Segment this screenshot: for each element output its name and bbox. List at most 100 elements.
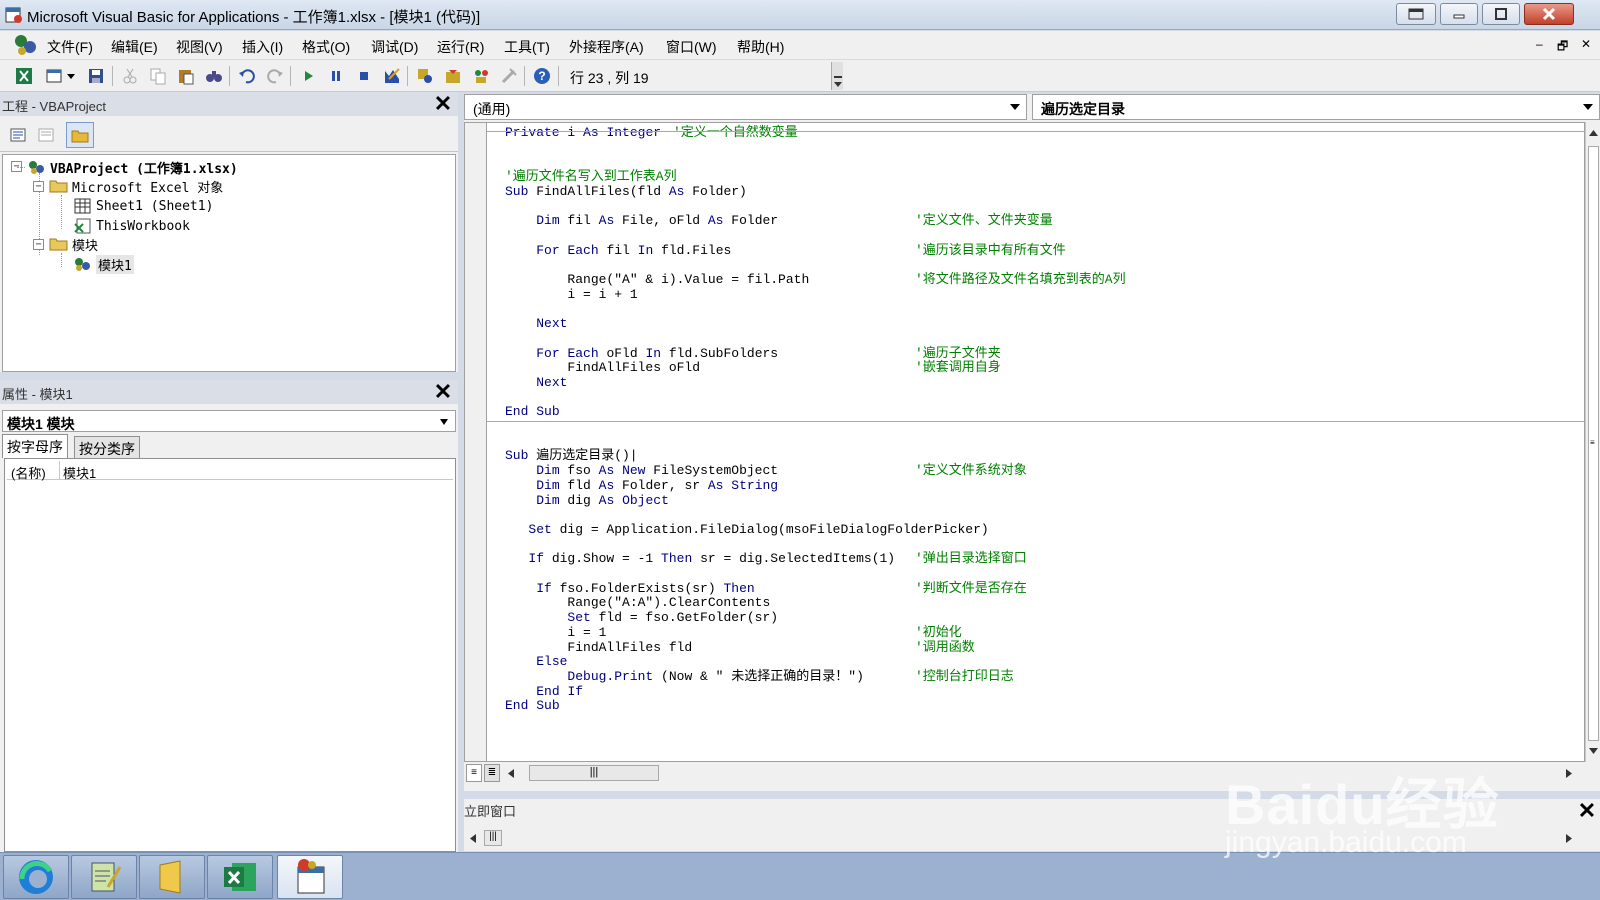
code-line[interactable]: Else xyxy=(505,654,567,669)
close-immediate-icon[interactable]: ✕ xyxy=(1576,800,1598,823)
taskbar-notepad-button[interactable] xyxy=(71,855,137,899)
mdi-minimize-button[interactable]: ‒ xyxy=(1536,37,1543,51)
vba-logo-icon[interactable] xyxy=(12,32,38,61)
code-line[interactable]: End If xyxy=(505,684,583,699)
reset-icon[interactable] xyxy=(354,66,374,86)
menu-format[interactable]: 格式(O) xyxy=(302,37,350,57)
redo-icon[interactable] xyxy=(265,66,285,86)
code-margin[interactable] xyxy=(465,123,487,761)
procedure-view-icon[interactable]: ≡ xyxy=(466,764,482,782)
menu-view[interactable]: 视图(V) xyxy=(176,37,223,57)
copy-icon[interactable] xyxy=(148,66,168,86)
code-line[interactable]: Set dig = Application.FileDialog(msoFile… xyxy=(505,522,988,537)
minimize-button[interactable] xyxy=(1440,3,1478,25)
code-line[interactable]: End Sub xyxy=(505,404,560,419)
code-line[interactable]: i = 1 xyxy=(505,625,606,640)
immediate-scrollbar[interactable]: ||| xyxy=(464,829,1600,847)
code-line[interactable]: Dim fld As Folder, sr As String xyxy=(505,478,778,493)
toolbox-icon[interactable] xyxy=(499,66,519,86)
view-object-icon[interactable] xyxy=(36,125,56,145)
tree-item-sheet1[interactable]: Sheet1 (Sheet1) xyxy=(73,197,213,215)
menu-tools[interactable]: 工具(T) xyxy=(504,37,550,57)
restore-window-icon[interactable] xyxy=(1396,3,1436,25)
collapse-toggle[interactable]: − xyxy=(33,181,44,192)
view-code-icon[interactable] xyxy=(8,125,28,145)
properties-window-icon[interactable] xyxy=(443,66,463,86)
scroll-up-icon[interactable] xyxy=(1589,130,1598,136)
procedure-combo[interactable]: 遍历选定目录 xyxy=(1032,94,1600,120)
menu-window[interactable]: 窗口(W) xyxy=(666,37,717,57)
taskbar-vba-button[interactable] xyxy=(277,855,343,899)
scroll-thumb[interactable]: ≡ xyxy=(1588,146,1599,741)
tree-item-vbaproject[interactable]: VBAProject (工作簿1.xlsx) xyxy=(27,158,238,177)
scroll-left-icon[interactable] xyxy=(470,834,476,843)
taskbar-edge-button[interactable] xyxy=(3,855,69,899)
code-line[interactable]: FindAllFiles oFld xyxy=(505,360,700,375)
insert-userform-icon[interactable] xyxy=(44,66,64,86)
code-line[interactable]: i = i + 1 xyxy=(505,287,637,302)
menu-insert[interactable]: 插入(I) xyxy=(242,37,283,57)
code-line[interactable]: Sub 遍历选定目录()| xyxy=(505,448,638,463)
code-line[interactable]: Dim fil As File, oFld As Folder xyxy=(505,213,778,228)
code-line[interactable]: Next xyxy=(505,375,567,390)
full-module-view-icon[interactable]: ≣ xyxy=(484,764,500,782)
code-line[interactable]: End Sub xyxy=(505,698,560,713)
close-project-panel-icon[interactable]: ✕ xyxy=(432,93,454,115)
code-line[interactable]: Private i As Integer xyxy=(505,125,661,140)
close-window-button[interactable] xyxy=(1524,3,1574,25)
collapse-toggle[interactable]: − xyxy=(33,239,44,250)
taskbar-explorer-button[interactable] xyxy=(139,855,205,899)
toggle-folders-icon[interactable] xyxy=(66,122,94,148)
code-line[interactable]: If dig.Show = -1 Then sr = dig.SelectedI… xyxy=(505,551,895,566)
code-line[interactable]: Set fld = fso.GetFolder(sr) xyxy=(505,610,778,625)
property-row[interactable]: (名称) 模块1 xyxy=(7,461,453,482)
tree-item-excel-objects[interactable]: Microsoft Excel 对象 xyxy=(49,177,223,196)
menu-edit[interactable]: 编辑(E) xyxy=(111,37,158,57)
close-properties-panel-icon[interactable]: ✕ xyxy=(432,381,454,403)
tree-item-thisworkbook[interactable]: ThisWorkbook xyxy=(73,217,190,235)
scroll-right-icon[interactable] xyxy=(1566,769,1572,778)
code-line[interactable]: Range("A:A").ClearContents xyxy=(505,595,770,610)
scroll-thumb[interactable]: ||| xyxy=(484,830,502,846)
code-editor[interactable]: Private i As Integer '定义一个自然数变量 '遍历文件名写入到工… xyxy=(464,122,1585,762)
run-icon[interactable] xyxy=(298,66,318,86)
mdi-close-button[interactable]: ✕ xyxy=(1581,37,1591,51)
code-line[interactable]: Dim dig As Object xyxy=(505,493,669,508)
code-line[interactable]: '遍历文件名写入到工作表A列 xyxy=(505,169,677,184)
scroll-right-icon[interactable] xyxy=(1566,834,1572,843)
object-select[interactable]: 模块1 模块 xyxy=(2,410,456,432)
tree-item-module1[interactable]: 模块1 xyxy=(73,254,134,274)
object-combo[interactable]: (通用) xyxy=(464,94,1027,120)
code-line[interactable]: FindAllFiles fld xyxy=(505,640,692,655)
save-icon[interactable] xyxy=(86,66,106,86)
toolbar-overflow-grip[interactable] xyxy=(831,62,843,90)
undo-icon[interactable] xyxy=(237,66,257,86)
code-line[interactable]: Range("A" & i).Value = fil.Path xyxy=(505,272,809,287)
property-value[interactable]: 模块1 xyxy=(63,463,96,482)
vertical-scrollbar[interactable]: ≡ xyxy=(1585,122,1600,762)
menu-help[interactable]: 帮助(H) xyxy=(737,37,784,57)
code-line[interactable]: If fso.FolderExists(sr) Then xyxy=(505,581,754,596)
maximize-button[interactable] xyxy=(1482,3,1520,25)
scroll-down-icon[interactable] xyxy=(1589,748,1598,754)
view-excel-icon[interactable] xyxy=(14,66,34,86)
code-line[interactable]: Debug.Print (Now & " 未选择正确的目录！") xyxy=(505,669,863,684)
tree-item-modules[interactable]: 模块 xyxy=(49,235,98,254)
tab-alphabetic[interactable]: 按字母序 xyxy=(2,434,68,458)
project-explorer-icon[interactable] xyxy=(415,66,435,86)
cut-icon[interactable] xyxy=(120,66,140,86)
help-icon[interactable]: ? xyxy=(532,66,552,86)
code-line[interactable]: For Each fil In fld.Files xyxy=(505,243,731,258)
menu-debug[interactable]: 调试(D) xyxy=(371,37,418,57)
scroll-thumb[interactable]: ||| xyxy=(529,765,659,781)
tab-categorized[interactable]: 按分类序 xyxy=(74,436,140,458)
menu-file[interactable]: 文件(F) xyxy=(47,37,93,57)
break-icon[interactable] xyxy=(326,66,346,86)
mdi-restore-button[interactable]: 🗗 xyxy=(1557,37,1568,58)
menu-addins[interactable]: 外接程序(A) xyxy=(569,37,644,57)
dropdown-arrow-icon[interactable] xyxy=(64,66,78,86)
scroll-left-icon[interactable] xyxy=(508,769,514,778)
find-icon[interactable] xyxy=(204,66,224,86)
code-line[interactable]: Sub FindAllFiles(fld As Folder) xyxy=(505,184,747,199)
code-line[interactable]: Next xyxy=(505,316,567,331)
